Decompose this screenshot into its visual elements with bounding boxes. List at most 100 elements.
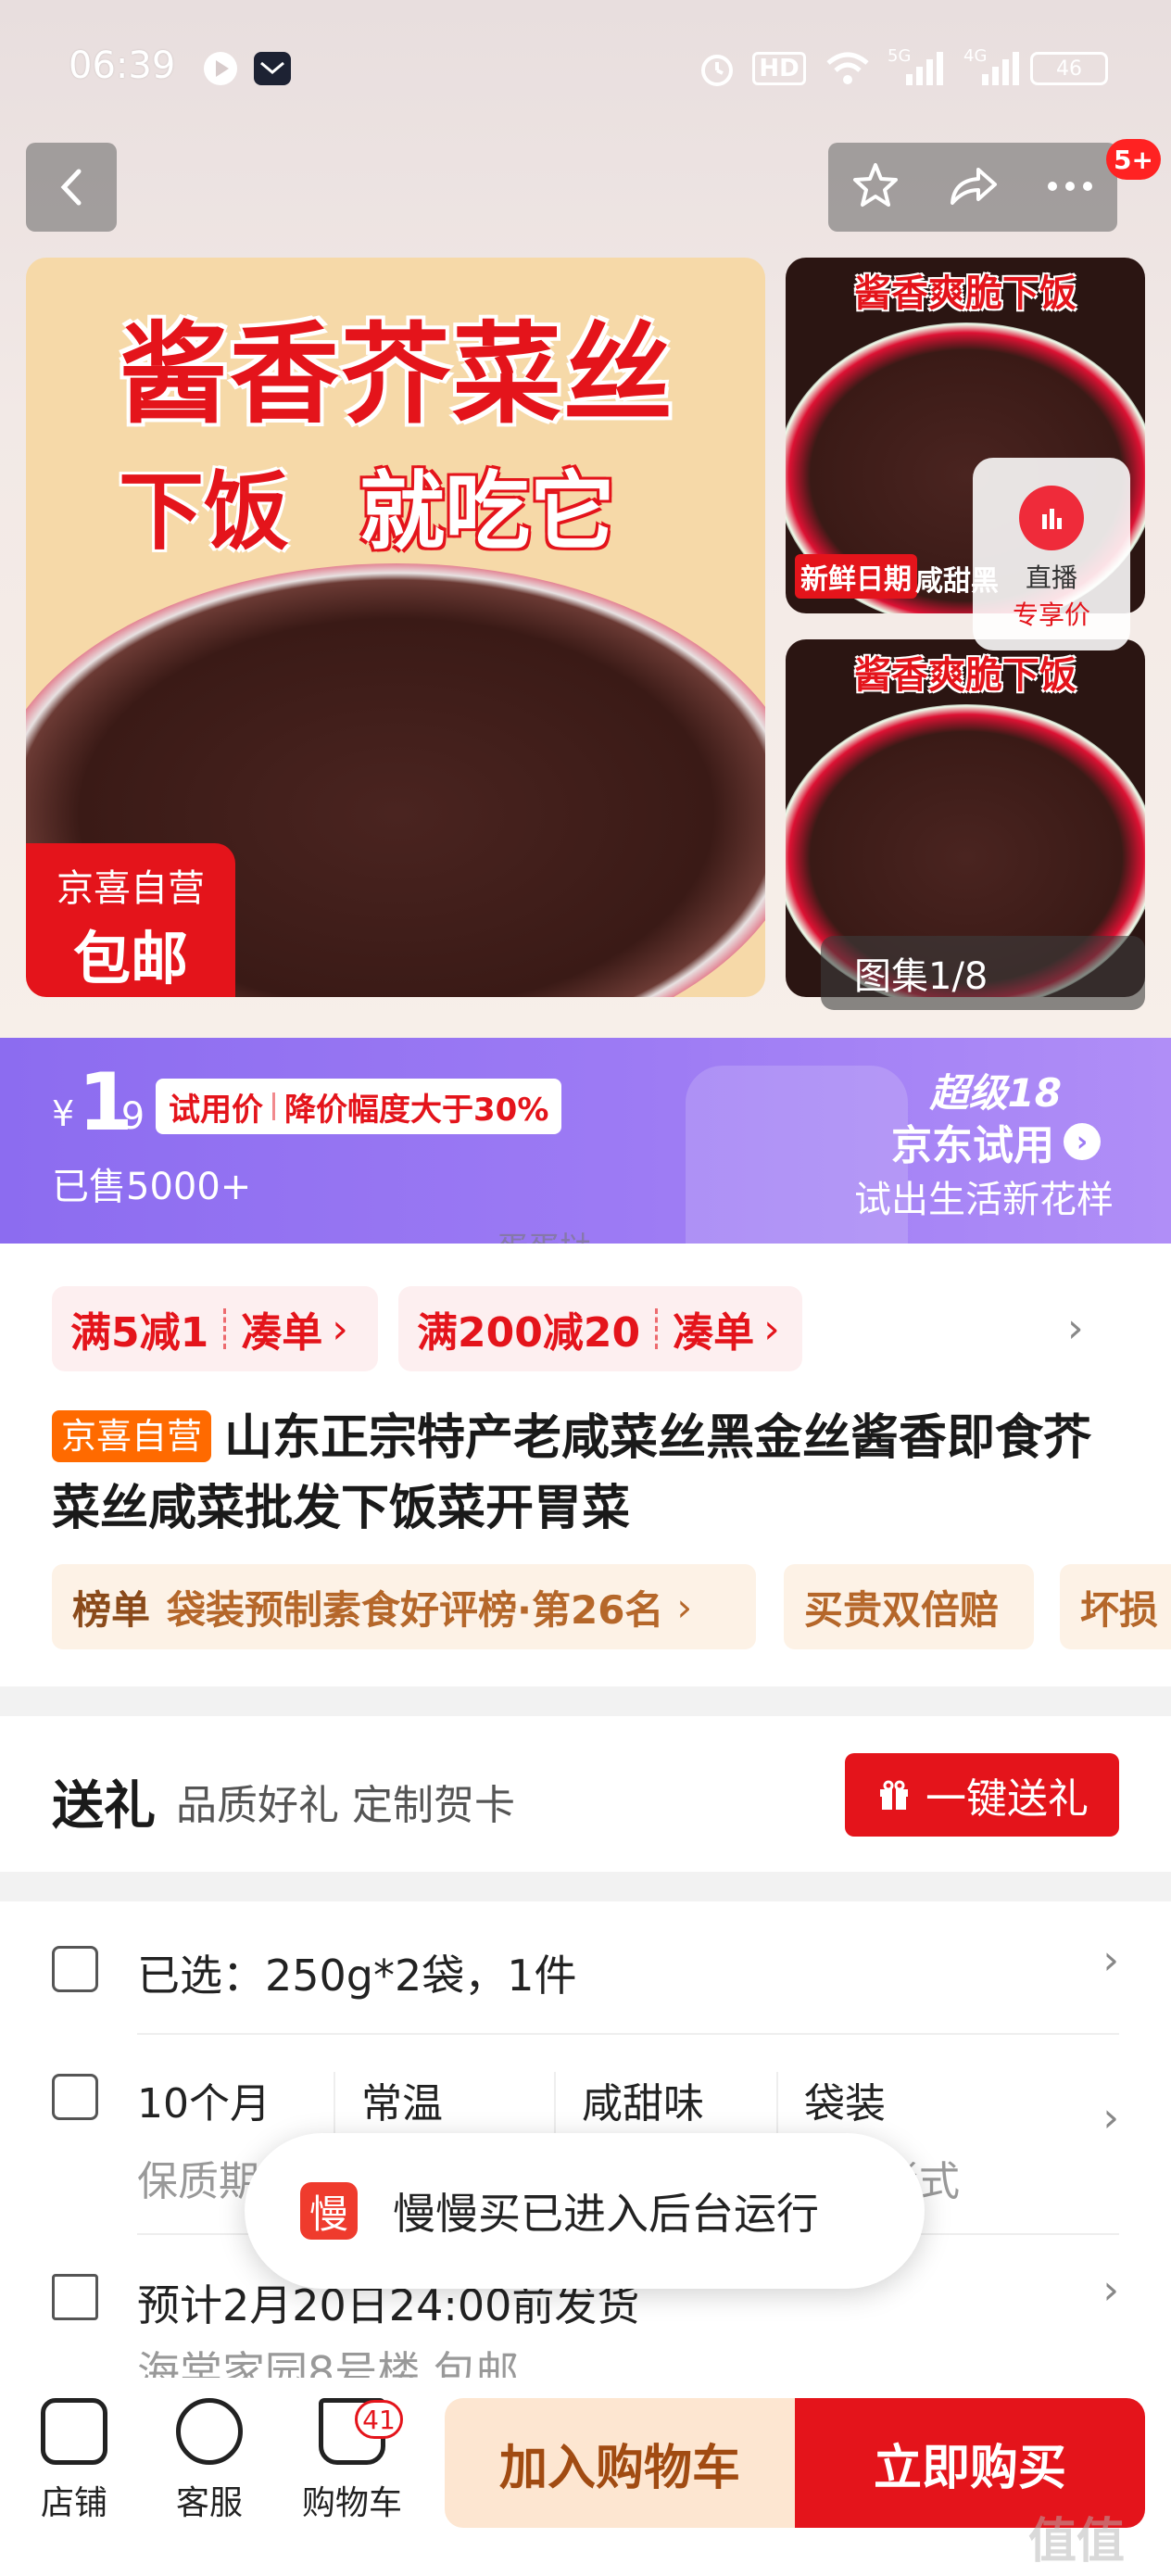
video-app-icon <box>202 50 239 87</box>
main-product-image[interactable]: 酱香芥菜丝 下饭 就吃它 京喜自营 包邮 <box>26 258 765 997</box>
hd-icon: HD <box>752 50 806 87</box>
document-icon <box>52 2074 98 2120</box>
4g-signal-icon: 4G <box>963 46 1023 87</box>
live-stream-icon <box>1019 486 1084 550</box>
chevron-right-icon: › <box>1102 2094 1119 2141</box>
selection-text: 已选：250g*2袋，1件 <box>137 1951 577 2001</box>
discount-label: 降价幅度大于30% <box>284 1091 549 1129</box>
spec-item: 咸甜味 <box>582 2070 704 2129</box>
5g-signal-icon: 5G <box>888 46 947 87</box>
store-icon <box>41 2398 107 2465</box>
more-icon[interactable] <box>1046 179 1094 196</box>
image-subtitle-right: 就吃它 <box>359 462 616 562</box>
ranking-text: 袋装预制素食好评榜·第26名 <box>167 1586 664 1633</box>
coupon-label: 满5减1 <box>70 1309 209 1357</box>
customer-service-label: 客服 <box>175 2484 243 2522</box>
status-time: 06:39 <box>69 44 176 87</box>
thumb-caption: 酱香爽脆下饭 <box>854 654 1077 697</box>
coupon-divider <box>655 1308 659 1349</box>
product-title: 京喜自营 山东正宗特产老咸菜丝黑金丝酱香即食芥菜丝咸菜批发下饭菜开胃菜 <box>52 1403 1127 1544</box>
coupon-1[interactable]: 满5减1 凑单 › <box>52 1286 378 1371</box>
super-18-label: 超级18 <box>929 1070 1062 1116</box>
mail-app-icon <box>252 50 293 87</box>
chevron-right-icon: › <box>1102 2267 1119 2314</box>
favorite-star-icon[interactable] <box>851 161 900 213</box>
cart-label: 购物车 <box>301 2484 402 2522</box>
product-info-card: 满5减1 凑单 › 满200减20 凑单 › › 京喜自营 山东正宗特产老咸菜丝黑… <box>0 1244 1171 1686</box>
divider <box>137 2033 1119 2035</box>
coupon-divider <box>223 1308 227 1349</box>
trial-price-label: 试用价 <box>169 1091 263 1129</box>
thumb-tag: 新鲜日期 <box>795 554 917 599</box>
add-to-cart-button[interactable]: 加入购物车 <box>445 2398 795 2528</box>
coupons-more-chevron-icon[interactable]: › <box>1067 1305 1084 1352</box>
share-icon[interactable] <box>947 162 999 212</box>
store-label: 店铺 <box>40 2484 107 2522</box>
jingxi-badge-top: 京喜自营 <box>57 867 205 910</box>
send-gift-label: 一键送礼 <box>925 1775 1089 1823</box>
trial-price-banner: ¥ 1 .9 试用价 降价幅度大于30% 已售5000+ 超级18 京东试用 ›… <box>0 1038 1171 1244</box>
battery-indicator: 46 <box>1030 52 1108 85</box>
sold-count: 已售5000+ <box>52 1166 252 1208</box>
price-guarantee-text: 买贵双倍赔 <box>804 1586 1000 1633</box>
background-running-toast: 慢 慢慢买已进入后台运行 <box>245 2133 925 2289</box>
spec-value: 咸甜味 <box>582 2080 704 2128</box>
shipping-row[interactable]: 预计2月20日24:00前发货 海棠家园8号楼 包邮 › <box>0 2267 1171 2397</box>
alarm-icon <box>697 50 737 87</box>
live-price-label: 专享价 <box>1012 600 1090 630</box>
coupon-action: 凑单 <box>673 1309 755 1357</box>
pill-divider <box>272 1092 275 1120</box>
gift-icon <box>880 1780 908 1810</box>
cart-count-badge: 41 <box>355 2400 403 2439</box>
chevron-right-icon: › <box>332 1305 348 1353</box>
thumb-caption: 酱香爽脆下饭 <box>854 272 1077 315</box>
gift-title: 送礼 <box>52 1776 156 1837</box>
status-bar: 06:39 HD 5G 4G 46 <box>0 0 1171 139</box>
trial-price-pill: 试用价 降价幅度大于30% <box>156 1079 562 1134</box>
spec-value: 10个月 <box>137 2080 271 2128</box>
chevron-right-icon: › <box>1102 1937 1119 1984</box>
header-actions <box>828 143 1117 232</box>
selection-row[interactable]: 已选：250g*2袋，1件 › <box>0 1937 1171 2035</box>
customer-service-tab[interactable]: 客服 <box>154 2398 265 2524</box>
checklist-icon <box>52 1946 98 1992</box>
spec-value: 袋装 <box>804 2080 886 2128</box>
coupon-2[interactable]: 满200减20 凑单 › <box>398 1286 802 1371</box>
trial-slogan: 试出生活新花样 <box>854 1179 1114 1221</box>
chevron-right-icon: › <box>763 1305 780 1353</box>
image-headline: 酱香芥菜丝 <box>118 310 674 438</box>
jd-trial-label: 京东试用 <box>891 1122 1054 1169</box>
gift-card: 送礼 品质好礼 定制贺卡 一键送礼 <box>0 1716 1171 1872</box>
back-button[interactable] <box>26 143 117 232</box>
live-price-card[interactable]: 直播 专享价 <box>973 458 1130 650</box>
wifi-icon <box>825 50 871 87</box>
chevron-right-icon: › <box>1064 1123 1101 1160</box>
ranking-chip[interactable]: 榜单 袋装预制素食好评榜·第26名 › <box>52 1564 756 1649</box>
message-badge: 5+ <box>1106 139 1161 180</box>
send-gift-button[interactable]: 一键送礼 <box>845 1753 1119 1837</box>
chevron-left-icon <box>60 169 82 206</box>
jingxi-badge: 京喜自营 包邮 <box>26 843 235 997</box>
price-guarantee-chip[interactable]: 买贵双倍赔 <box>784 1564 1034 1649</box>
customer-service-icon <box>176 2398 243 2465</box>
gift-description: 品质好礼 定制贺卡 <box>176 1782 515 1829</box>
damage-guarantee-text: 坏损 <box>1080 1586 1159 1633</box>
store-tab[interactable]: 店铺 <box>19 2398 130 2524</box>
live-label: 直播 <box>1025 562 1077 593</box>
damage-guarantee-chip[interactable]: 坏损 <box>1060 1564 1171 1649</box>
price-decimal: .9 <box>109 1095 145 1138</box>
jd-trial-link[interactable]: 京东试用 › <box>891 1112 1101 1171</box>
chevron-right-icon: › <box>676 1584 693 1630</box>
ranking-prefix: 榜单 <box>72 1586 151 1633</box>
coupon-action: 凑单 <box>241 1309 323 1357</box>
gallery-counter[interactable]: 图集1/8 <box>821 936 1145 1010</box>
toast-message: 慢慢买已进入后台运行 <box>393 2189 819 2239</box>
spec-value: 常温 <box>361 2080 443 2128</box>
self-operated-tag: 京喜自营 <box>52 1410 212 1462</box>
price-currency: ¥ <box>52 1093 75 1134</box>
spec-item: 常温 <box>361 2070 443 2129</box>
jingxi-badge-bottom: 包邮 <box>72 925 188 992</box>
site-watermark: 值值值 <box>1028 2514 1126 2570</box>
delivery-truck-icon <box>52 2274 98 2320</box>
coupon-label: 满200减20 <box>417 1309 641 1357</box>
